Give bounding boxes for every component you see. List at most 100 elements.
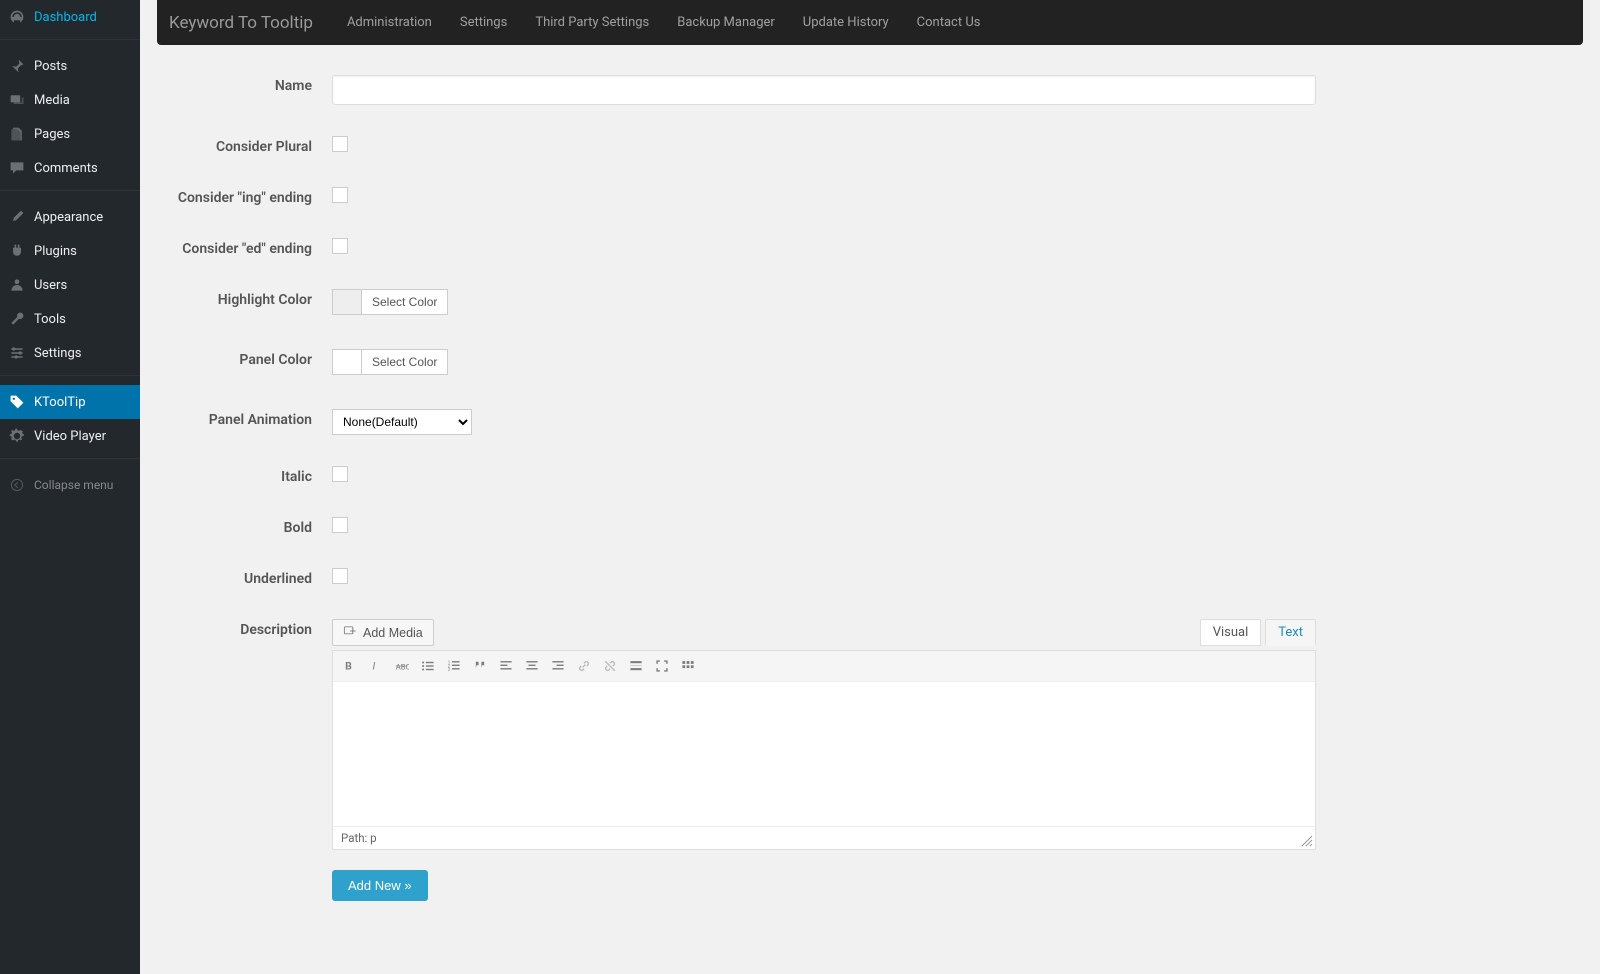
pin-icon <box>8 57 26 75</box>
sidebar-item-pages[interactable]: Pages <box>0 117 140 151</box>
svg-text:ABC: ABC <box>396 663 409 672</box>
add-media-button[interactable]: Add Media <box>332 619 434 646</box>
unlink-icon[interactable] <box>599 655 621 677</box>
plugin-topbar: Keyword To Tooltip Administration Settin… <box>157 0 1583 45</box>
sidebar-item-video-player[interactable]: Video Player <box>0 419 140 453</box>
highlight-select-color-button[interactable]: Select Color <box>361 290 447 314</box>
underlined-checkbox[interactable] <box>332 568 348 584</box>
svg-text:I: I <box>373 660 376 673</box>
comment-icon <box>8 159 26 177</box>
italic-checkbox[interactable] <box>332 466 348 482</box>
label-consider-ed: Consider "ed" ending <box>157 238 332 257</box>
editor-toolbar: B I ABC 123 <box>333 651 1315 682</box>
gauge-icon <box>8 8 26 26</box>
svg-text:3: 3 <box>448 668 451 673</box>
plug-icon <box>8 242 26 260</box>
menu-separator <box>0 375 140 380</box>
sidebar-item-ktooltip[interactable]: KToolTip <box>0 385 140 419</box>
tooltip-form: Name Consider Plural Consider "ing" endi… <box>157 75 1583 901</box>
sidebar-item-label: Dashboard <box>34 10 97 25</box>
label-description: Description <box>157 619 332 638</box>
sidebar-item-comments[interactable]: Comments <box>0 151 140 185</box>
user-icon <box>8 276 26 294</box>
consider-ing-checkbox[interactable] <box>332 187 348 203</box>
sidebar-item-plugins[interactable]: Plugins <box>0 234 140 268</box>
resize-handle-icon[interactable] <box>1301 835 1313 847</box>
main-content: Keyword To Tooltip Administration Settin… <box>140 0 1600 972</box>
sidebar-item-label: Posts <box>34 59 67 74</box>
menu-separator <box>0 190 140 195</box>
bold-icon[interactable]: B <box>339 655 361 677</box>
label-panel-color: Panel Color <box>157 349 332 368</box>
toolbar-toggle-icon[interactable] <box>677 655 699 677</box>
sidebar-item-label: Video Player <box>34 429 106 444</box>
sidebar-item-label: Comments <box>34 161 98 176</box>
number-list-icon[interactable]: 123 <box>443 655 465 677</box>
add-media-label: Add Media <box>363 626 423 640</box>
sidebar-item-label: Users <box>34 278 67 293</box>
editor-tab-visual[interactable]: Visual <box>1200 619 1262 646</box>
consider-ed-checkbox[interactable] <box>332 238 348 254</box>
menu-separator <box>0 458 140 463</box>
topbar-link-history[interactable]: Update History <box>789 15 903 30</box>
editor-path: Path: p <box>333 826 1315 849</box>
sidebar-item-posts[interactable]: Posts <box>0 49 140 83</box>
menu-separator <box>0 39 140 44</box>
brush-icon <box>8 208 26 226</box>
label-bold: Bold <box>157 517 332 536</box>
label-consider-plural: Consider Plural <box>157 136 332 155</box>
link-icon[interactable] <box>573 655 595 677</box>
topbar-link-administration[interactable]: Administration <box>333 15 446 30</box>
sidebar-item-label: Pages <box>34 127 70 142</box>
label-highlight-color: Highlight Color <box>157 289 332 308</box>
topbar-link-contact[interactable]: Contact Us <box>903 15 995 30</box>
sidebar-item-label: Media <box>34 93 70 108</box>
topbar-link-settings[interactable]: Settings <box>446 15 521 30</box>
sidebar-item-label: Tools <box>34 312 66 327</box>
label-panel-animation: Panel Animation <box>157 409 332 428</box>
topbar-link-backup[interactable]: Backup Manager <box>663 15 789 30</box>
topbar-link-third-party[interactable]: Third Party Settings <box>521 15 663 30</box>
name-input[interactable] <box>332 75 1316 105</box>
sidebar-item-settings[interactable]: Settings <box>0 336 140 370</box>
sidebar-item-users[interactable]: Users <box>0 268 140 302</box>
sidebar-item-tools[interactable]: Tools <box>0 302 140 336</box>
highlight-color-swatch[interactable] <box>333 290 361 314</box>
panel-animation-select[interactable]: None(Default) <box>332 409 472 435</box>
sidebar-item-label: Appearance <box>34 210 103 225</box>
sidebar-item-appearance[interactable]: Appearance <box>0 200 140 234</box>
bold-checkbox[interactable] <box>332 517 348 533</box>
align-left-icon[interactable] <box>495 655 517 677</box>
panel-color-swatch[interactable] <box>333 350 361 374</box>
admin-sidebar: Dashboard Posts Media Pages Comments App… <box>0 0 140 974</box>
description-editor: B I ABC 123 <box>332 650 1316 850</box>
pages-icon <box>8 125 26 143</box>
panel-select-color-button[interactable]: Select Color <box>361 350 447 374</box>
align-center-icon[interactable] <box>521 655 543 677</box>
label-italic: Italic <box>157 466 332 485</box>
svg-text:B: B <box>345 660 352 673</box>
consider-plural-checkbox[interactable] <box>332 136 348 152</box>
sidebar-item-media[interactable]: Media <box>0 83 140 117</box>
blockquote-icon[interactable] <box>469 655 491 677</box>
tag-icon <box>8 393 26 411</box>
media-icon <box>343 624 357 641</box>
insert-more-icon[interactable] <box>625 655 647 677</box>
strike-icon[interactable]: ABC <box>391 655 413 677</box>
add-new-button[interactable]: Add New » <box>332 870 428 901</box>
label-name: Name <box>157 75 332 94</box>
sidebar-item-dashboard[interactable]: Dashboard <box>0 0 140 34</box>
collapse-menu[interactable]: Collapse menu <box>0 468 140 502</box>
italic-icon[interactable]: I <box>365 655 387 677</box>
sidebar-item-label: Plugins <box>34 244 77 259</box>
sidebar-item-label: Settings <box>34 346 81 361</box>
media-icon <box>8 91 26 109</box>
sidebar-item-label: KToolTip <box>34 395 86 410</box>
editor-tab-text[interactable]: Text <box>1265 619 1316 646</box>
bullet-list-icon[interactable] <box>417 655 439 677</box>
description-textarea[interactable] <box>333 682 1315 822</box>
label-underlined: Underlined <box>157 568 332 587</box>
align-right-icon[interactable] <box>547 655 569 677</box>
fullscreen-icon[interactable] <box>651 655 673 677</box>
gear-icon <box>8 427 26 445</box>
